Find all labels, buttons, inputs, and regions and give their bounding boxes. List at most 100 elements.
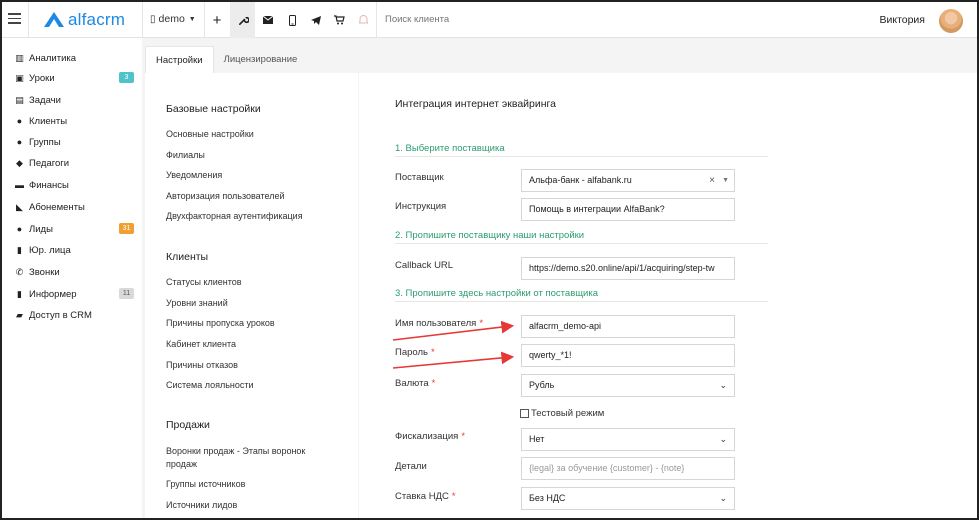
provider-select[interactable]: Альфа-банк - alfabank.ru × ▼ [521, 169, 735, 192]
sidebar-item-subscriptions[interactable]: ◣ Абонементы [14, 197, 136, 217]
avatar[interactable] [939, 9, 963, 33]
sidebar-item-label: Аналитика [29, 52, 77, 64]
bell-icon[interactable] [355, 12, 371, 28]
vat-value: Без НДС [529, 493, 566, 503]
divider [28, 2, 29, 38]
calendar-icon: ▣ [15, 72, 24, 83]
sidebar-item-legal-entities[interactable]: ▮ Юр. лица [14, 240, 136, 260]
nav-link[interactable]: Причины пропуска уроков [166, 317, 331, 330]
account-switcher[interactable]: ▯ demo ▼ [150, 13, 196, 25]
nav-link[interactable]: Воронки продаж - Этапы воронок продаж [166, 445, 326, 471]
currency-select[interactable]: Рубль ⌄ [521, 374, 735, 397]
top-bar: alfacrm ▯ demo ▼ + Виктория [2, 2, 977, 38]
logo-text: alfacrm [68, 10, 126, 29]
sidebar-item-label: Финансы [29, 179, 69, 191]
details-field[interactable]: {legal} за обучение {customer} - {note} [521, 457, 735, 480]
wrench-icon[interactable] [235, 12, 251, 28]
chevron-down-icon: ⌄ [719, 434, 727, 444]
chevron-down-icon: ▼ [188, 15, 196, 23]
graduation-cap-icon: ◆ [16, 157, 23, 168]
test-mode-checkbox[interactable]: Тестовый режим [520, 408, 604, 419]
building-icon: ▯ [150, 13, 156, 25]
sidebar-item-clients[interactable]: ● Клиенты [14, 111, 136, 131]
columns-icon: ▥ [15, 52, 24, 63]
password-field[interactable]: qwerty_*1! [521, 344, 735, 367]
vat-select[interactable]: Без НДС ⌄ [521, 487, 735, 510]
test-mode-label: Тестовый режим [531, 408, 605, 419]
sidebar-item-label: Клиенты [29, 115, 68, 127]
nav-link[interactable]: Основные настройки [166, 128, 331, 141]
sidebar-item-label: Задачи [29, 94, 61, 106]
briefcase-icon: ▮ [17, 244, 22, 255]
section-header: 1. Выберите поставщика [395, 143, 768, 157]
user-icon: ● [16, 116, 23, 126]
phone-icon: ✆ [15, 266, 24, 277]
nav-link[interactable]: Причины отказов [166, 359, 331, 372]
sidebar-item-lessons[interactable]: ▣ Уроки 3 [14, 68, 136, 88]
lock-icon: ▰ [16, 309, 23, 320]
tab-settings[interactable]: Настройки [145, 46, 214, 73]
sidebar-item-crm-access[interactable]: ▰ Доступ в CRM [14, 305, 136, 325]
fiscal-label: Фискализация * [395, 431, 466, 442]
divider [376, 2, 377, 38]
currency-label: Валюта * [395, 378, 436, 389]
details-label: Детали [395, 461, 427, 472]
checkbox-box[interactable] [520, 409, 529, 418]
sidebar-item-label: Юр. лица [29, 244, 71, 256]
nav-link[interactable]: Статусы клиентов [166, 276, 331, 289]
clipboard-icon: ▤ [15, 94, 24, 105]
sidebar-item-teachers[interactable]: ◆ Педагоги [14, 153, 136, 173]
cart-icon[interactable] [331, 12, 347, 28]
callback-label: Callback URL [395, 260, 454, 271]
telegram-icon[interactable] [308, 12, 324, 28]
sidebar-item-tasks[interactable]: ▤ Задачи [14, 90, 136, 110]
client-search-input[interactable] [385, 14, 685, 25]
sidebar-item-informer[interactable]: ▮ Информер 11 [14, 284, 136, 304]
nav-link[interactable]: Филиалы [166, 149, 331, 162]
sidebar-item-label: Доступ в CRM [29, 309, 92, 321]
fiscal-value: Нет [529, 434, 545, 444]
sidebar-item-analytics[interactable]: ▥ Аналитика [14, 48, 136, 68]
logo[interactable]: alfacrm [43, 10, 125, 30]
sidebar: ▥ Аналитика ▣ Уроки 3 ▤ Задачи ● Клиенты… [2, 38, 142, 518]
section-header: 2. Пропишите поставщику наши настройки [395, 230, 768, 244]
mail-icon[interactable] [260, 12, 276, 28]
sidebar-item-label: Звонки [29, 266, 60, 278]
username-field[interactable]: alfacrm_demo-api [521, 315, 735, 338]
section-title-basic: Базовые настройки [166, 103, 261, 115]
phone-icon[interactable] [284, 12, 300, 28]
nav-link[interactable]: Авторизация пользователей [166, 190, 331, 203]
chevron-down-icon: ▼ [722, 177, 729, 184]
sidebar-item-finance[interactable]: ▬ Финансы [14, 175, 136, 195]
vat-label: Ставка НДС * [395, 491, 456, 502]
nav-link[interactable]: Группы источников [166, 478, 331, 491]
nav-link[interactable]: Источники лидов [166, 499, 331, 512]
provider-label: Поставщик [395, 172, 444, 183]
account-name: demo [158, 13, 185, 25]
sidebar-item-label: Уроки [29, 72, 55, 84]
sidebar-item-label: Лиды [29, 223, 53, 235]
users-icon: ● [16, 137, 23, 147]
menu-icon[interactable] [8, 13, 21, 24]
clear-icon[interactable]: × [709, 170, 715, 191]
instruction-link[interactable]: Помощь в интеграции AlfaBank? [521, 198, 735, 221]
sidebar-item-leads[interactable]: ● Лиды 31 [14, 219, 136, 239]
fiscal-select[interactable]: Нет ⌄ [521, 428, 735, 451]
plus-icon[interactable]: + [209, 12, 225, 29]
settings-navigation: Базовые настройки Основные настройки Фил… [145, 73, 358, 518]
nav-link[interactable]: Уровни знаний [166, 297, 331, 310]
tab-licensing[interactable]: Лицензирование [214, 46, 308, 73]
chevron-down-icon: ⌄ [719, 380, 727, 390]
nav-link[interactable]: Система лояльности [166, 379, 331, 392]
nav-link[interactable]: Двухфакторная аутентификация [166, 210, 331, 223]
sidebar-item-label: Абонементы [29, 201, 85, 213]
money-icon: ▬ [15, 180, 24, 190]
divider [204, 2, 205, 38]
sidebar-item-groups[interactable]: ● Группы [14, 132, 136, 152]
nav-link[interactable]: Кабинет клиента [166, 338, 331, 351]
user-name[interactable]: Виктория [879, 14, 925, 26]
sidebar-item-calls[interactable]: ✆ Звонки [14, 262, 136, 282]
nav-link[interactable]: Уведомления [166, 169, 331, 182]
callback-url-field[interactable]: https://demo.s20.online/api/1/acquiring/… [521, 257, 735, 280]
section-title-clients: Клиенты [166, 251, 209, 263]
